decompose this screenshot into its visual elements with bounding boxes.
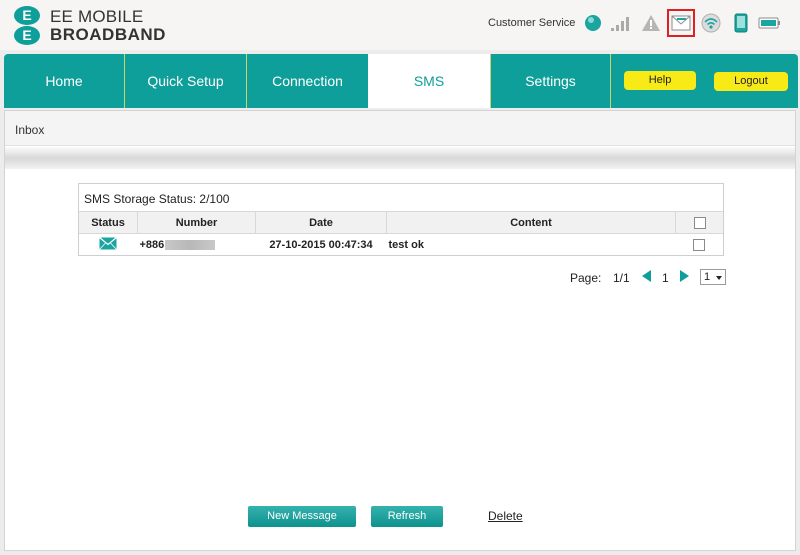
sms-table: Status Number Date Content +886 27-10-20…	[79, 211, 723, 256]
select-all-checkbox[interactable]	[693, 216, 706, 229]
prev-page-icon[interactable]	[642, 270, 651, 282]
column-date: Date	[255, 211, 387, 234]
message-status	[79, 234, 138, 257]
brand-line-2: BROADBAND	[50, 25, 166, 44]
column-number: Number	[137, 211, 256, 234]
tab-connection[interactable]: Connection	[246, 54, 368, 108]
main-navigation: Home Quick Setup Connection SMS Settings…	[4, 54, 798, 108]
inbox-title: Inbox	[15, 123, 45, 137]
message-checkbox[interactable]	[693, 239, 706, 252]
content-panel: Inbox SMS Storage Status: 2/100 Status N…	[4, 110, 796, 551]
message-select	[676, 234, 724, 257]
page-select-value: 1	[704, 271, 711, 283]
sms-list-box: SMS Storage Status: 2/100 Status Number …	[78, 183, 724, 256]
battery-icon[interactable]	[757, 10, 783, 36]
help-button[interactable]: Help	[624, 71, 696, 90]
wifi-icon[interactable]	[698, 10, 724, 36]
tab-settings[interactable]: Settings	[490, 54, 610, 108]
ee-logo-e-bottom: E	[14, 26, 40, 45]
device-icon[interactable]	[728, 10, 754, 36]
ee-logo: E E EE MOBILE BROADBAND	[12, 6, 182, 46]
logout-button[interactable]: Logout	[714, 72, 788, 91]
pagination-label: Page:	[570, 271, 602, 285]
message-content: test ok	[388, 239, 424, 251]
message-number-text: +886	[139, 239, 165, 251]
toolbar-divider	[5, 147, 795, 169]
tab-sms[interactable]: SMS	[368, 54, 490, 108]
envelope-icon	[99, 237, 118, 250]
customer-service-link[interactable]: Customer Service	[488, 17, 575, 29]
delete-link[interactable]: Delete	[488, 509, 523, 523]
sms-storage-status: SMS Storage Status: 2/100	[84, 192, 230, 206]
inbox-header: Inbox	[5, 111, 795, 146]
refresh-button[interactable]: Refresh	[371, 506, 443, 527]
top-header: E E EE MOBILE BROADBAND Customer Service	[0, 0, 800, 50]
table-row[interactable]: +886 27-10-2015 00:47:34 test ok	[79, 234, 723, 257]
pagination-total: 1/1	[613, 271, 630, 285]
brand-line-1: EE MOBILE	[50, 7, 144, 26]
current-page: 1	[662, 271, 669, 285]
message-date: 27-10-2015 00:47:34	[269, 239, 373, 251]
sms-table-header: Status Number Date Content	[79, 211, 723, 234]
column-content: Content	[386, 211, 676, 234]
tab-home[interactable]: Home	[4, 54, 124, 108]
chevron-down-icon	[716, 276, 722, 280]
new-message-button[interactable]: New Message	[248, 506, 356, 527]
message-number: +886	[138, 234, 256, 257]
warning-icon[interactable]	[638, 10, 664, 36]
column-status: Status	[79, 211, 138, 234]
tab-quick-setup[interactable]: Quick Setup	[124, 54, 246, 108]
next-page-icon[interactable]	[680, 270, 689, 282]
page-select[interactable]: 1	[700, 269, 726, 285]
ee-logo-mark: E E	[12, 6, 42, 46]
redacted-number	[165, 240, 216, 251]
network-status-icon[interactable]	[580, 10, 606, 36]
column-select-all	[675, 211, 723, 234]
sms-icon[interactable]	[667, 9, 695, 37]
signal-strength-icon[interactable]	[608, 10, 634, 36]
ee-logo-e-top: E	[14, 6, 40, 25]
